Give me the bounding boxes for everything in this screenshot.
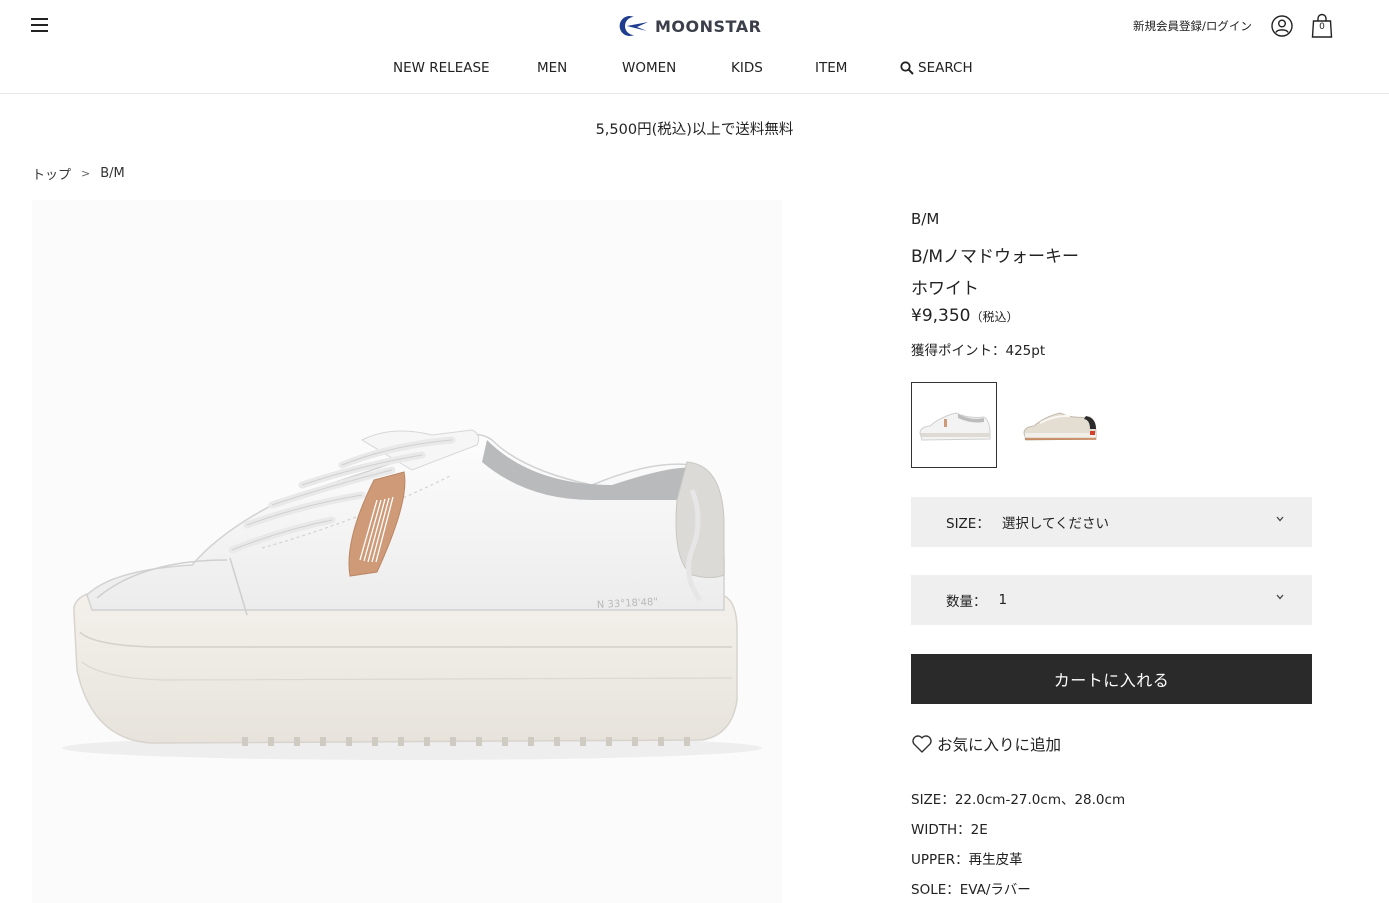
thumb-beige[interactable] bbox=[1017, 382, 1103, 468]
nav-kids[interactable]: KIDS bbox=[731, 60, 763, 76]
moonstar-logo[interactable]: MOONSTAR bbox=[617, 14, 761, 38]
reward-points: 獲得ポイント：425pt bbox=[911, 343, 1046, 359]
color-thumbnails bbox=[911, 382, 1103, 468]
chevron-down-icon bbox=[1276, 592, 1284, 603]
price-value: ¥9,350 bbox=[911, 306, 971, 326]
add-to-cart-button[interactable]: カートに入れる bbox=[911, 654, 1312, 704]
site-header: MOONSTAR 新規会員登録/ログイン 0 NEW RELEASE MEN W… bbox=[0, 0, 1389, 94]
quantity-select-value: 1 bbox=[998, 592, 1008, 608]
product-price: ¥9,350（税込） bbox=[911, 306, 1019, 326]
beige-shoe-thumbnail-image bbox=[1023, 412, 1097, 441]
search-label: SEARCH bbox=[918, 60, 973, 76]
tax-note: （税込） bbox=[970, 310, 1019, 324]
breadcrumb: トップ > B/M bbox=[32, 164, 125, 183]
account-icon[interactable] bbox=[1270, 14, 1294, 38]
spec-width: WIDTH：2E bbox=[911, 822, 988, 838]
spec-size: SIZE：22.0cm-27.0cm、28.0cm bbox=[911, 792, 1126, 808]
product-name: B/Mノマドウォーキー bbox=[911, 247, 1080, 267]
free-shipping-notice: 5,500円(税込)以上で送料無料 bbox=[595, 122, 794, 138]
breadcrumb-top[interactable]: トップ bbox=[32, 164, 71, 183]
logo-text: MOONSTAR bbox=[655, 16, 762, 36]
chevron-down-icon bbox=[1276, 514, 1284, 525]
product-color: ホワイト bbox=[911, 279, 979, 299]
spec-sole: SOLE：EVA/ラバー bbox=[911, 882, 1031, 898]
product-main-image: N 33°18'48" bbox=[32, 200, 782, 903]
quantity-select[interactable]: 数量： 1 bbox=[911, 575, 1312, 625]
breadcrumb-current: B/M bbox=[100, 166, 125, 181]
nav-new-release[interactable]: NEW RELEASE bbox=[393, 60, 490, 76]
size-select-value: 選択してください bbox=[1001, 516, 1110, 532]
register-login-link[interactable]: 新規会員登録/ログイン bbox=[1133, 18, 1252, 34]
heart-icon bbox=[912, 735, 932, 753]
nav-women[interactable]: WOMEN bbox=[622, 60, 676, 76]
size-select-label: SIZE： bbox=[946, 516, 990, 532]
product-specs: SIZE：22.0cm-27.0cm、28.0cm WIDTH：2E UPPER… bbox=[911, 790, 1125, 903]
quantity-select-label: 数量： bbox=[946, 594, 987, 610]
menu-icon[interactable] bbox=[31, 18, 49, 34]
size-select[interactable]: SIZE： 選択してください bbox=[911, 497, 1312, 547]
moonstar-logo-mark bbox=[619, 16, 648, 36]
white-sneaker-image: N 33°18'48" bbox=[62, 429, 762, 760]
nav-search[interactable]: SEARCH bbox=[900, 60, 973, 76]
breadcrumb-separator: > bbox=[81, 167, 91, 180]
nav-item[interactable]: ITEM bbox=[815, 60, 847, 76]
global-nav: NEW RELEASE MEN WOMEN KIDS ITEM SEARCH bbox=[0, 60, 1389, 82]
add-to-favorites-button[interactable]: お気に入りに追加 bbox=[911, 733, 1061, 755]
white-shoe-thumbnail-image bbox=[919, 412, 991, 441]
cart-icon[interactable]: 0 bbox=[1310, 13, 1334, 39]
favorites-label: お気に入りに追加 bbox=[937, 736, 1062, 754]
product-brand: B/M bbox=[911, 210, 940, 228]
search-icon bbox=[900, 61, 914, 75]
cart-count-badge: 0 bbox=[1319, 22, 1325, 32]
thumb-white[interactable] bbox=[911, 382, 997, 468]
nav-men[interactable]: MEN bbox=[537, 60, 567, 76]
spec-upper: UPPER：再生皮革 bbox=[911, 852, 1023, 868]
